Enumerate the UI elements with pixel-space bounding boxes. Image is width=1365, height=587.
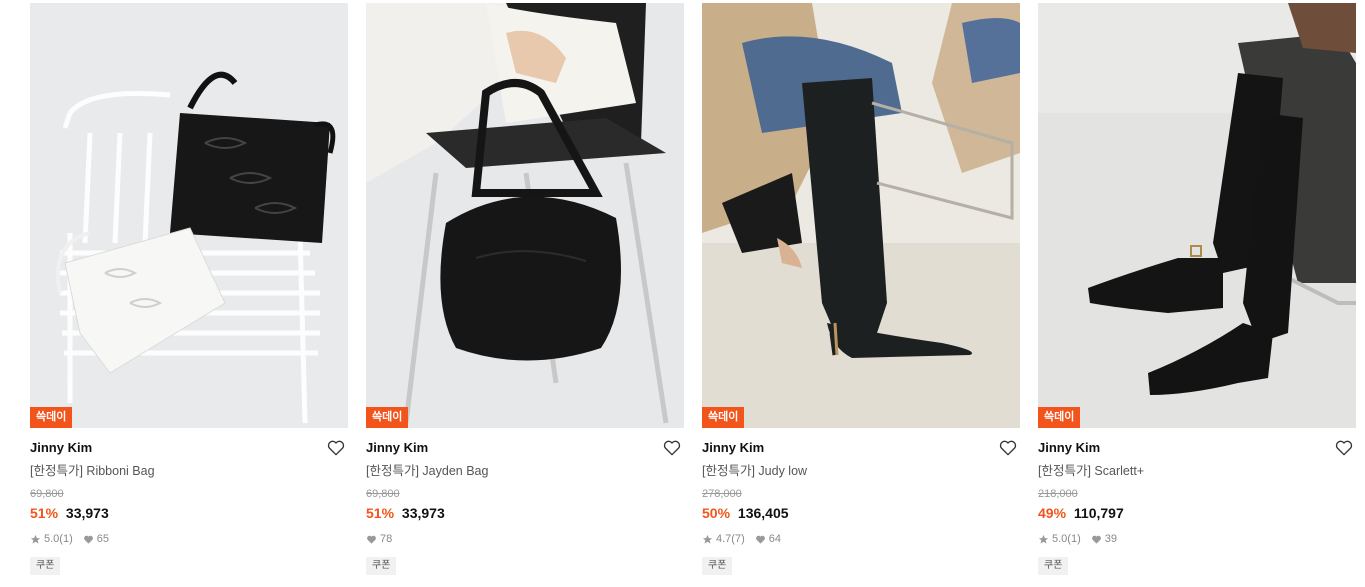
product-title[interactable]: [한정특가] Jayden Bag: [366, 463, 684, 479]
wishlist-heart-icon[interactable]: [998, 438, 1018, 458]
rating-value: 5.0: [1052, 533, 1068, 545]
discount-rate: 49%: [1038, 505, 1067, 521]
wishlist-heart-icon[interactable]: [1334, 438, 1354, 458]
hobo-bag-image: [366, 3, 684, 428]
product-meta: 5.0 (1) 39: [1038, 532, 1356, 546]
brand-name[interactable]: Jinny Kim: [30, 440, 348, 456]
rating-value: 4.7: [716, 533, 732, 545]
bag-on-chair-image: [30, 3, 348, 428]
sale-price: 33,973: [401, 505, 445, 521]
coupon-tag: 쿠폰: [702, 557, 733, 575]
heeled-boot-image: [702, 3, 1020, 428]
product-image[interactable]: 쓱데이: [1038, 3, 1356, 428]
coupon-tag: 쿠폰: [30, 557, 61, 575]
product-image[interactable]: 쓱데이: [30, 3, 348, 428]
product-card[interactable]: 쓱데이 Jinny Kim [한정특가] Jayden Bag 69,800 5…: [366, 3, 684, 575]
product-card[interactable]: 쓱데이 Jinny Kim [한정특가] Scarlett+ 218,000 4…: [1038, 3, 1356, 575]
product-title[interactable]: [한정특가] Ribboni Bag: [30, 463, 348, 479]
heart-icon: [367, 535, 376, 544]
review-count: (1): [1067, 533, 1081, 545]
product-meta: 5.0 (1) 65: [30, 532, 348, 546]
product-card[interactable]: 쓱데이 Jinny Kim [한정특가] Ribboni Bag 69,800 …: [30, 3, 348, 575]
product-image[interactable]: 쓱데이: [702, 3, 1020, 428]
original-price: 69,800: [366, 488, 400, 500]
sale-badge: 쓱데이: [366, 407, 409, 428]
like-count: 65: [96, 533, 109, 545]
star-icon: [30, 534, 41, 544]
sale-badge: 쓱데이: [30, 407, 73, 428]
coupon-tag: 쿠폰: [366, 557, 397, 575]
original-price: 69,800: [30, 488, 64, 500]
discount-rate: 50%: [702, 505, 731, 521]
product-meta: 78: [366, 532, 684, 546]
sale-badge: 쓱데이: [702, 407, 745, 428]
sale-price: 136,405: [737, 505, 789, 521]
review-count: (1): [59, 533, 73, 545]
product-meta: 4.7 (7) 64: [702, 532, 1020, 546]
product-title[interactable]: [한정특가] Scarlett+: [1038, 463, 1356, 479]
like-count: 39: [1104, 533, 1117, 545]
brand-name[interactable]: Jinny Kim: [366, 440, 684, 456]
discount-rate: 51%: [366, 505, 395, 521]
product-image[interactable]: 쓱데이: [366, 3, 684, 428]
discount-rate: 51%: [30, 505, 59, 521]
product-grid: 쓱데이 Jinny Kim [한정특가] Ribboni Bag 69,800 …: [30, 3, 1356, 575]
like-count: 78: [380, 533, 393, 545]
sale-price: 110,797: [1073, 505, 1124, 521]
sale-badge: 쓱데이: [1038, 407, 1081, 428]
like-count: 64: [768, 533, 781, 545]
brand-name[interactable]: Jinny Kim: [702, 440, 1020, 456]
wishlist-heart-icon[interactable]: [662, 438, 682, 458]
heart-icon: [1091, 535, 1101, 544]
product-card[interactable]: 쓱데이 Jinny Kim [한정특가] Judy low 278,000 50…: [702, 3, 1020, 575]
original-price: 218,000: [1038, 488, 1078, 500]
review-count: (7): [731, 533, 745, 545]
star-icon: [1038, 534, 1049, 544]
rating-value: 5.0: [44, 533, 60, 545]
suede-boot-image: [1038, 3, 1356, 428]
original-price: 278,000: [702, 488, 742, 500]
coupon-tag: 쿠폰: [1038, 557, 1069, 575]
sale-price: 33,973: [65, 505, 109, 521]
heart-icon: [755, 535, 765, 544]
product-title[interactable]: [한정특가] Judy low: [702, 463, 1020, 479]
brand-name[interactable]: Jinny Kim: [1038, 440, 1356, 456]
star-icon: [702, 534, 713, 544]
wishlist-heart-icon[interactable]: [326, 438, 346, 458]
heart-icon: [83, 535, 93, 544]
